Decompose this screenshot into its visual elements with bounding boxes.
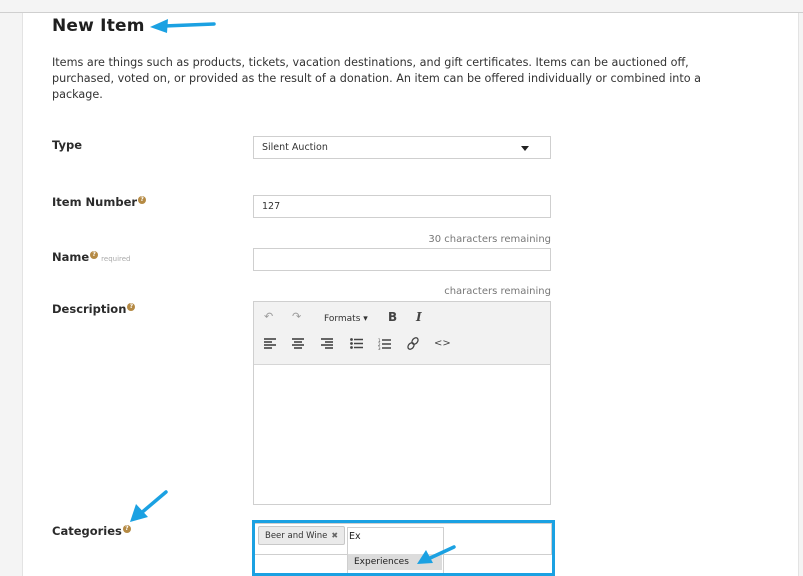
type-select[interactable]: Silent Auction bbox=[253, 136, 551, 159]
italic-button[interactable]: I bbox=[416, 310, 422, 324]
help-icon[interactable]: ? bbox=[122, 525, 131, 534]
description-char-counter: characters remaining bbox=[444, 286, 551, 297]
description-rich-text-editor[interactable]: ↶ ↷ Formats ▾ B I 123 <> bbox=[253, 301, 551, 505]
help-icon[interactable]: ? bbox=[90, 251, 99, 260]
name-input[interactable] bbox=[253, 248, 551, 271]
bold-button[interactable]: B bbox=[388, 310, 397, 324]
categories-label: Categories? bbox=[52, 524, 131, 538]
source-code-icon[interactable]: <> bbox=[434, 337, 451, 351]
required-indicator: required bbox=[101, 255, 131, 263]
redo-icon[interactable]: ↷ bbox=[292, 310, 301, 324]
type-select-value: Silent Auction bbox=[262, 142, 328, 153]
editor-toolbar: ↶ ↷ Formats ▾ B I 123 <> bbox=[254, 302, 550, 365]
align-right-icon[interactable] bbox=[321, 338, 333, 349]
intro-text: Items are things such as products, ticke… bbox=[52, 56, 702, 101]
name-char-counter: 30 characters remaining bbox=[428, 234, 551, 245]
item-number-value: 127 bbox=[262, 201, 281, 212]
link-icon[interactable] bbox=[407, 337, 419, 350]
align-center-icon[interactable] bbox=[292, 338, 304, 349]
page-title: New Item bbox=[52, 16, 145, 36]
annotation-arrow-title bbox=[150, 19, 216, 33]
annotation-arrow-categories bbox=[130, 490, 168, 522]
help-icon[interactable]: ? bbox=[127, 303, 136, 312]
name-label: Name ?required bbox=[52, 250, 131, 264]
item-number-input[interactable]: 127 bbox=[253, 195, 551, 218]
undo-icon[interactable]: ↶ bbox=[264, 310, 273, 324]
help-icon[interactable]: ? bbox=[138, 196, 147, 205]
type-label: Type bbox=[52, 138, 83, 152]
align-left-icon[interactable] bbox=[264, 338, 276, 349]
bullet-list-icon[interactable] bbox=[350, 338, 363, 349]
formats-dropdown[interactable]: Formats ▾ bbox=[324, 312, 368, 326]
caret-down-icon bbox=[521, 146, 529, 151]
highlight-box bbox=[252, 520, 555, 576]
numbered-list-icon[interactable]: 123 bbox=[378, 338, 391, 350]
item-number-label: Item Number? bbox=[52, 195, 147, 209]
description-label: Description? bbox=[52, 302, 136, 316]
annotation-arrow-suggestion bbox=[417, 545, 456, 564]
svg-text:3: 3 bbox=[378, 346, 381, 350]
